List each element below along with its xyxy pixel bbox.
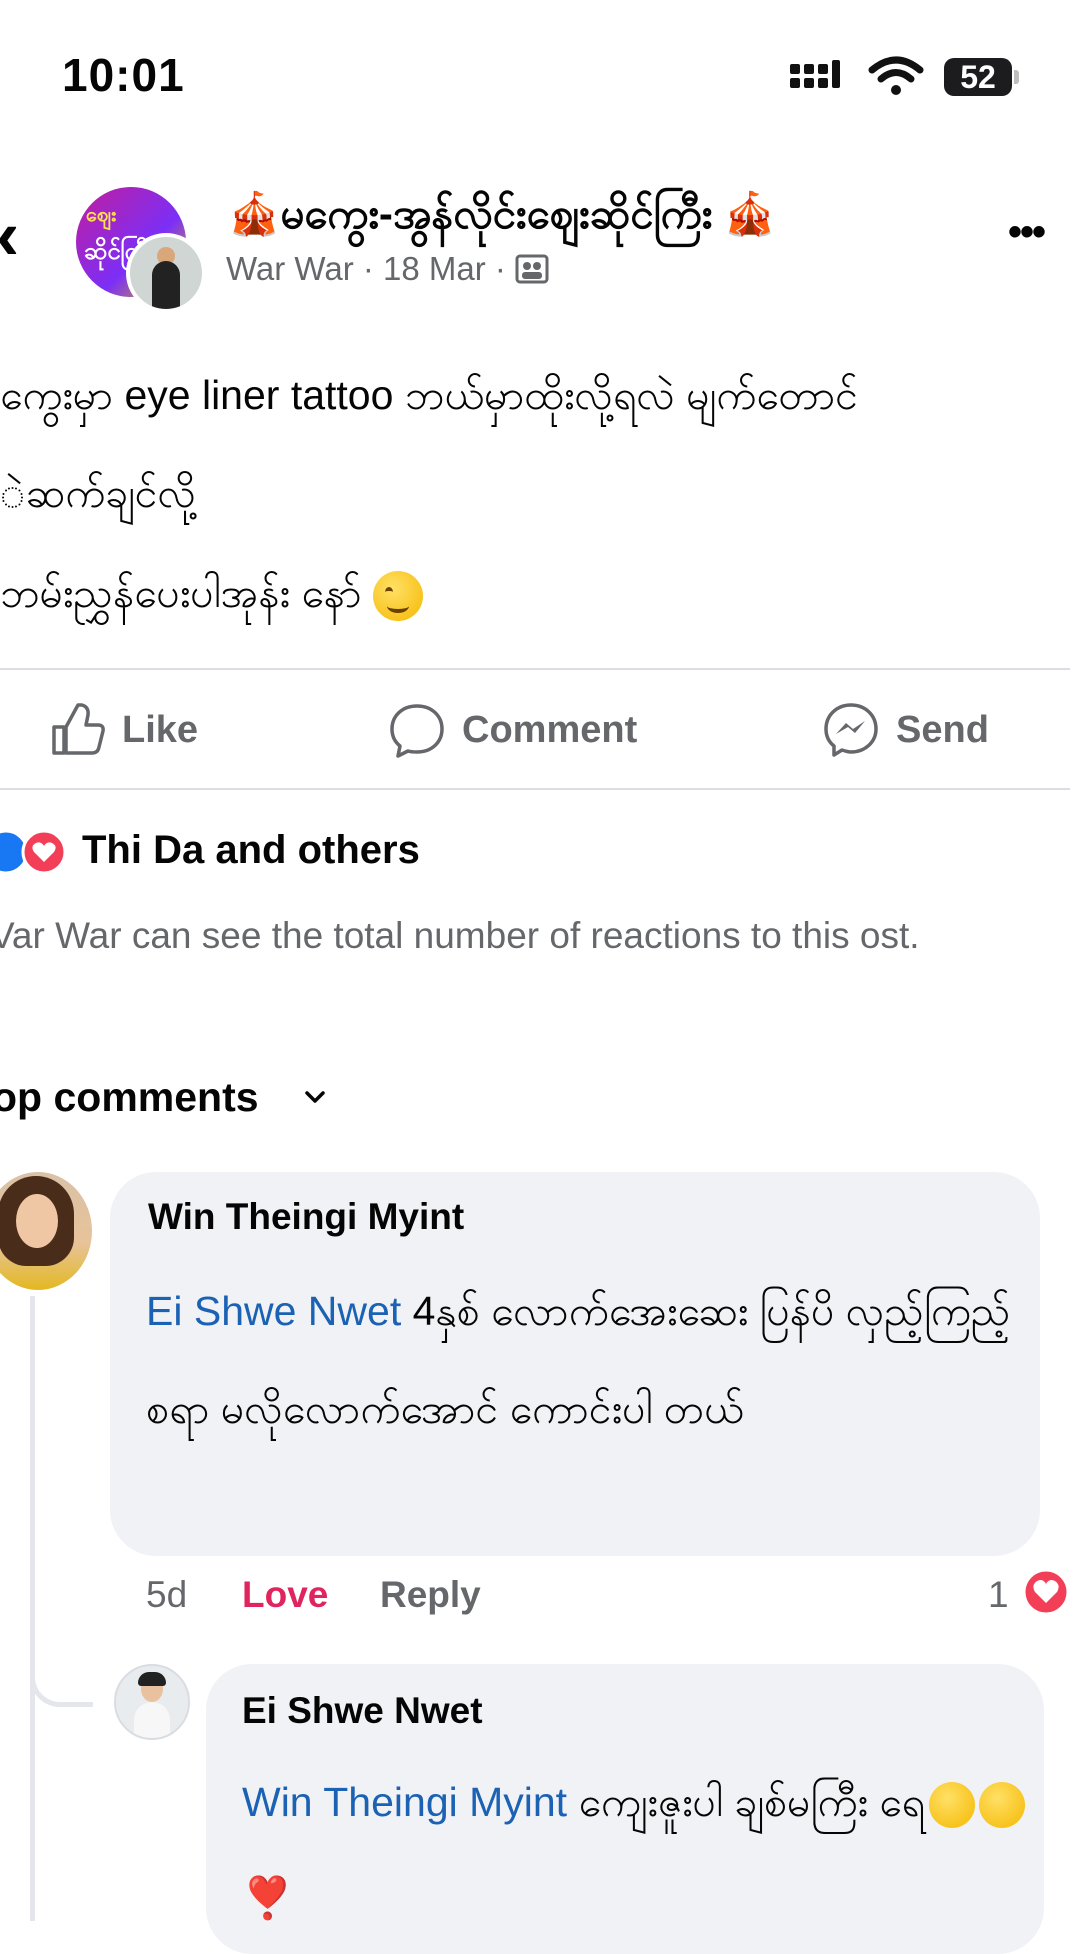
comment-reaction-count[interactable]: 1 (988, 1574, 1009, 1616)
back-button[interactable]: ‹ (0, 200, 19, 270)
comment-label: Comment (462, 708, 638, 751)
thread-line (30, 1296, 35, 1921)
battery-indicator: 52 (944, 58, 1012, 96)
like-label: Like (122, 708, 199, 751)
love-reaction-icon[interactable] (1022, 1568, 1070, 1616)
reply-body: ကျေးဇူးပါ ချစ်မကြီး ရေ (567, 1779, 926, 1825)
heart-eyes-emoji-icon (929, 1782, 976, 1829)
comment-author[interactable]: Win Theingi Myint (148, 1196, 464, 1238)
smiling-hearts-emoji-icon (979, 1782, 1026, 1829)
post-text-line: ကွေးမှာ eye liner tattoo ဘယ်မှာထိုးလို့ရ… (0, 372, 859, 418)
comment-bubble-icon (390, 704, 444, 758)
status-time: 10:01 (62, 49, 185, 101)
reactions-summary[interactable]: Thi Da and others (82, 828, 420, 873)
messenger-icon (824, 703, 878, 757)
comment-mention[interactable]: Ei Shwe Nwet (146, 1288, 401, 1334)
page-title[interactable]: 🎪မကွေး-အွန်လိုင်းဈေးဆိုင်ကြီး 🎪 (228, 187, 776, 249)
reply-author[interactable]: Ei Shwe Nwet (242, 1690, 483, 1732)
send-button[interactable]: Send (822, 700, 989, 760)
post-meta: War War · 18 Mar · (226, 250, 549, 288)
comments-sort-label[interactable]: op comments (0, 1074, 259, 1121)
battery-cap (1014, 70, 1019, 84)
comment-timestamp[interactable]: 5d (146, 1574, 187, 1616)
comment-text: Ei Shwe Nwet 4နှစ် လောက်အေးဆေး ပြန်ပိ လှ… (146, 1262, 1026, 1458)
cellular-signal-icon (790, 60, 840, 88)
smile-emoji-icon (373, 571, 424, 622)
reply-text: Win Theingi Myint ကျေးဇူးပါ ချစ်မကြီး ရေ… (242, 1754, 1032, 1946)
commenter-avatar[interactable] (0, 1172, 92, 1290)
divider (0, 668, 1070, 670)
post-text-line: ဲဆက်ချင်လို့ (0, 470, 196, 516)
post-meta-text: War War · 18 Mar · (226, 250, 516, 287)
comment-reply-button[interactable]: Reply (380, 1574, 481, 1616)
divider (0, 788, 1070, 790)
like-button[interactable]: Like (50, 700, 198, 760)
reply-mention[interactable]: Win Theingi Myint (242, 1779, 567, 1825)
thumbs-up-icon (52, 703, 105, 755)
post-text: ဘမ်းညွှန်ပေးပါအုန်း နော် (0, 570, 374, 616)
page-avatar-text: ဈေး (86, 204, 117, 226)
comment-button[interactable]: Comment (388, 700, 637, 760)
post-text-line: ဘမ်းညွှန်ပေးပါအုန်း နော် (0, 568, 424, 628)
reply-avatar[interactable] (114, 1664, 190, 1740)
author-avatar[interactable] (126, 233, 206, 313)
more-options-button[interactable]: ••• (1008, 210, 1046, 255)
comment-love-button[interactable]: Love (242, 1574, 328, 1616)
group-icon (515, 254, 549, 284)
reactions-visibility-note: Var War can see the total number of reac… (0, 915, 920, 956)
reaction-icons[interactable] (0, 829, 74, 875)
chevron-down-icon[interactable] (300, 1082, 330, 1112)
wifi-icon (868, 56, 924, 95)
heart-exclamation-emoji-icon: ❣️ (242, 1875, 294, 1921)
thread-connector (30, 1640, 93, 1707)
send-label: Send (896, 708, 989, 751)
